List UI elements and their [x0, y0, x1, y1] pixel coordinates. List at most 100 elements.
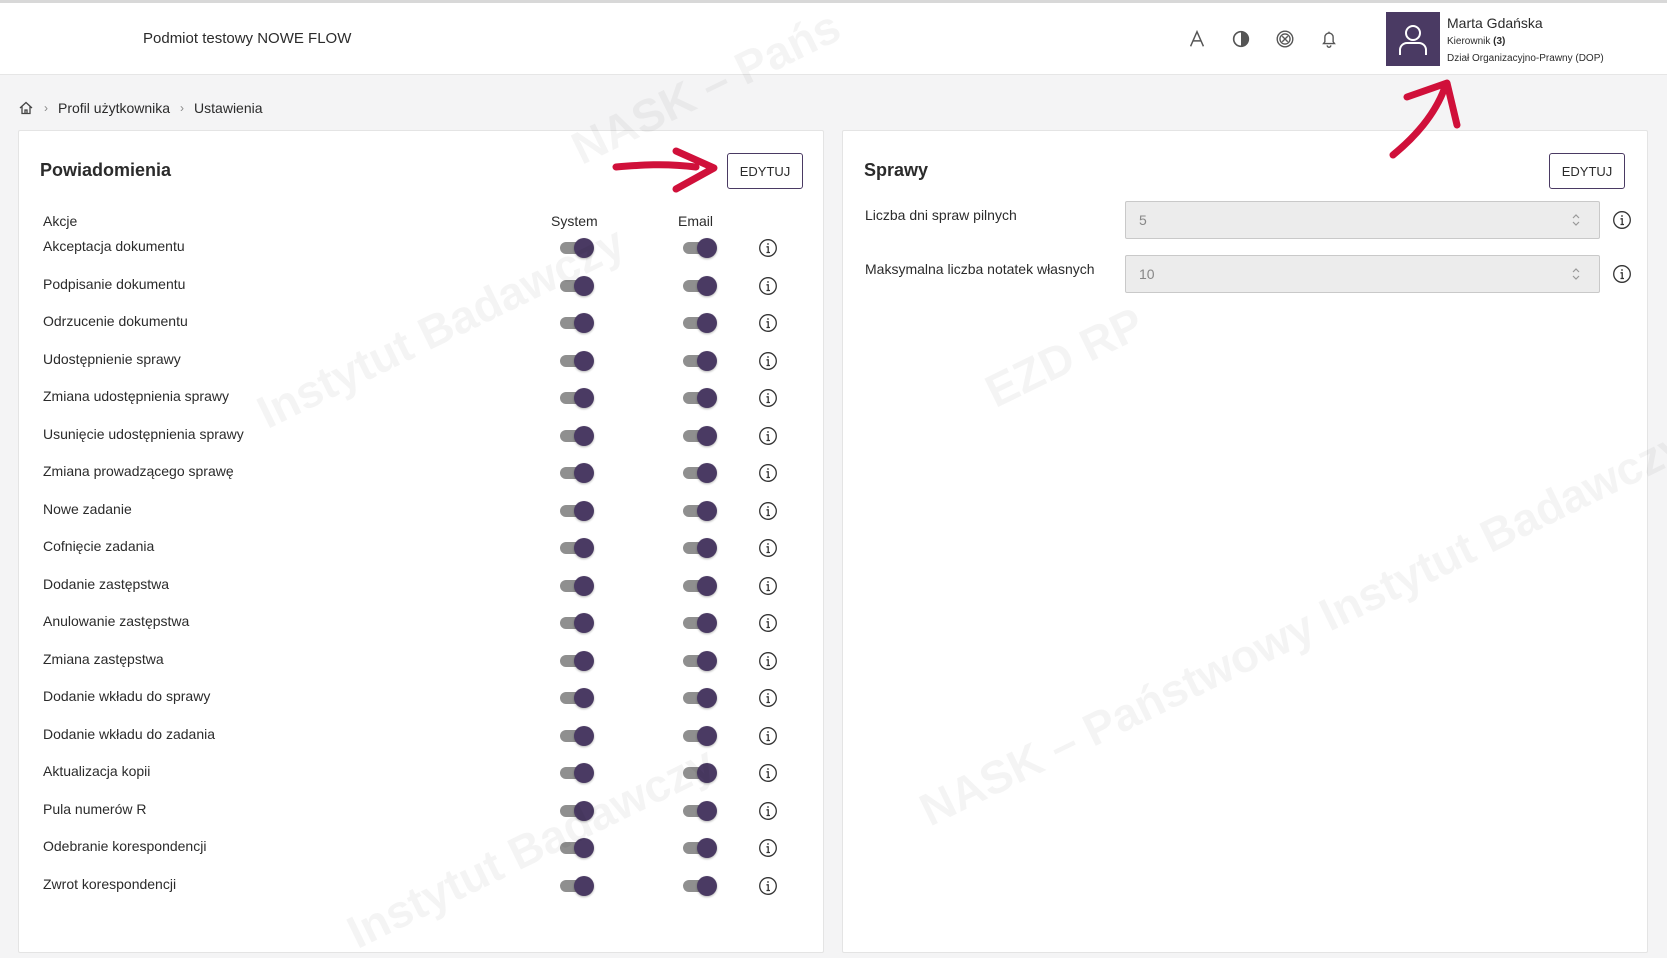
email-toggle[interactable] — [681, 387, 717, 409]
info-icon[interactable] — [758, 838, 778, 858]
notification-row: Anulowanie zastępstwa — [19, 606, 825, 642]
info-icon[interactable] — [758, 501, 778, 521]
notification-label: Zmiana udostępnienia sprawy — [43, 388, 229, 404]
notification-row: Usunięcie udostępnienia sprawy — [19, 419, 825, 455]
email-toggle[interactable] — [681, 537, 717, 559]
info-icon[interactable] — [1612, 210, 1632, 230]
urgent-days-input[interactable] — [1125, 201, 1600, 239]
system-toggle[interactable] — [558, 612, 594, 634]
cases-panel: Sprawy EDYTUJ Liczba dni spraw pilnych M… — [842, 130, 1648, 953]
avatar[interactable] — [1386, 12, 1440, 66]
accessibility-icon[interactable] — [1271, 25, 1299, 53]
notification-row: Zmiana udostępnienia sprawy — [19, 381, 825, 417]
email-toggle[interactable] — [681, 612, 717, 634]
email-toggle[interactable] — [681, 575, 717, 597]
breadcrumb-separator: › — [44, 101, 48, 115]
info-icon[interactable] — [758, 763, 778, 783]
breadcrumb-current: Ustawienia — [194, 100, 263, 116]
notification-row: Udostępnienie sprawy — [19, 344, 825, 380]
user-department: Dział Organizacyjno-Prawny (DOP) — [1447, 53, 1604, 64]
notification-row: Aktualizacja kopii — [19, 756, 825, 792]
system-toggle[interactable] — [558, 237, 594, 259]
notification-label: Zmiana zastępstwa — [43, 650, 164, 667]
email-toggle[interactable] — [681, 650, 717, 672]
cases-edit-button[interactable]: EDYTUJ — [1549, 153, 1625, 189]
user-name: Marta Gdańska — [1447, 15, 1543, 31]
info-icon[interactable] — [758, 876, 778, 896]
info-icon[interactable] — [758, 726, 778, 746]
notification-row: Dodanie wkładu do sprawy — [19, 681, 825, 717]
info-icon[interactable] — [758, 388, 778, 408]
system-toggle[interactable] — [558, 462, 594, 484]
breadcrumb: › Profil użytkownika › Ustawienia — [18, 100, 263, 116]
system-toggle[interactable] — [558, 837, 594, 859]
info-icon[interactable] — [758, 463, 778, 483]
info-icon[interactable] — [758, 538, 778, 558]
system-toggle[interactable] — [558, 650, 594, 672]
info-icon[interactable] — [758, 651, 778, 671]
notification-label: Odebranie korespondencji — [43, 838, 207, 854]
system-toggle[interactable] — [558, 350, 594, 372]
system-toggle[interactable] — [558, 387, 594, 409]
notification-label: Anulowanie zastępstwa — [43, 613, 190, 629]
notification-row: Podpisanie dokumentu — [19, 269, 825, 305]
notifications-edit-button[interactable]: EDYTUJ — [727, 153, 803, 189]
system-toggle[interactable] — [558, 275, 594, 297]
email-toggle[interactable] — [681, 837, 717, 859]
email-toggle[interactable] — [681, 762, 717, 784]
system-toggle[interactable] — [558, 687, 594, 709]
column-header-system: System — [551, 213, 598, 229]
email-toggle[interactable] — [681, 875, 717, 897]
info-icon[interactable] — [758, 351, 778, 371]
system-toggle[interactable] — [558, 800, 594, 822]
info-icon[interactable] — [758, 576, 778, 596]
notification-label: Nowe zadanie — [43, 500, 132, 517]
bell-icon[interactable] — [1315, 25, 1343, 53]
info-icon[interactable] — [758, 313, 778, 333]
info-icon[interactable] — [758, 688, 778, 708]
email-toggle[interactable] — [681, 275, 717, 297]
email-toggle[interactable] — [681, 237, 717, 259]
system-toggle[interactable] — [558, 762, 594, 784]
system-toggle[interactable] — [558, 875, 594, 897]
home-icon[interactable] — [18, 100, 34, 116]
notification-label: Zmiana prowadzącego sprawę — [43, 463, 234, 479]
cases-title: Sprawy — [864, 160, 929, 180]
system-toggle[interactable] — [558, 575, 594, 597]
info-icon[interactable] — [1612, 264, 1632, 284]
email-toggle[interactable] — [681, 800, 717, 822]
contrast-icon[interactable] — [1227, 25, 1255, 53]
system-toggle[interactable] — [558, 425, 594, 447]
urgent-days-label: Liczba dni spraw pilnych — [865, 207, 1017, 223]
font-size-icon[interactable] — [1183, 25, 1211, 53]
email-toggle[interactable] — [681, 687, 717, 709]
notification-label: Akceptacja dokumentu — [43, 238, 185, 254]
notification-label: Podpisanie dokumentu — [43, 275, 186, 292]
email-toggle[interactable] — [681, 350, 717, 372]
email-toggle[interactable] — [681, 462, 717, 484]
system-toggle[interactable] — [558, 312, 594, 334]
info-icon[interactable] — [758, 801, 778, 821]
notification-label: Usunięcie udostępnienia sprawy — [43, 425, 244, 442]
info-icon[interactable] — [758, 276, 778, 296]
info-icon[interactable] — [758, 613, 778, 633]
user-role-count: (3) — [1493, 36, 1506, 47]
email-toggle[interactable] — [681, 500, 717, 522]
email-toggle[interactable] — [681, 725, 717, 747]
notification-row: Odebranie korespondencji — [19, 831, 825, 867]
notification-row: Zwrot korespondencji — [19, 869, 825, 905]
system-toggle[interactable] — [558, 500, 594, 522]
info-icon[interactable] — [758, 238, 778, 258]
max-notes-input[interactable] — [1125, 255, 1600, 293]
email-toggle[interactable] — [681, 312, 717, 334]
system-toggle[interactable] — [558, 537, 594, 559]
notification-row: Akceptacja dokumentu — [19, 231, 825, 267]
email-toggle[interactable] — [681, 425, 717, 447]
system-toggle[interactable] — [558, 725, 594, 747]
organization-name: Podmiot testowy NOWE FLOW — [143, 30, 352, 47]
breadcrumb-profile-link[interactable]: Profil użytkownika — [58, 100, 170, 116]
info-icon[interactable] — [758, 426, 778, 446]
notification-row: Pula numerów R — [19, 794, 825, 830]
notification-row: Nowe zadanie — [19, 494, 825, 530]
notification-row: Dodanie wkładu do zadania — [19, 719, 825, 755]
